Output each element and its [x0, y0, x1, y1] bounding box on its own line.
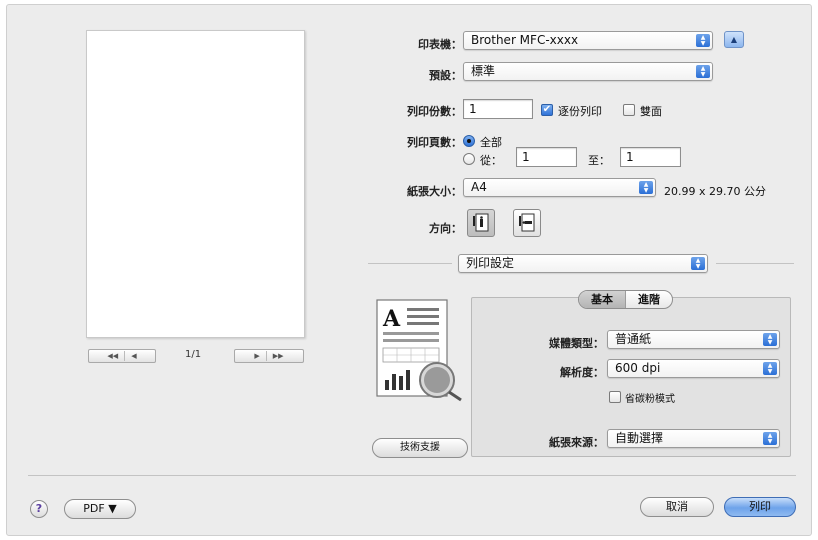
print-preview-page — [86, 30, 305, 338]
orientation-portrait-button[interactable] — [467, 209, 495, 237]
section-divider — [716, 263, 794, 264]
prev-page-icon[interactable]: ◀ — [131, 352, 136, 360]
resolution-label: 解析度： — [560, 366, 604, 379]
toner-save-checkbox[interactable] — [609, 391, 621, 403]
pages-all-label: 全部 — [480, 136, 502, 149]
collated-label: 逐份列印 — [558, 105, 602, 118]
preview-prev-buttons[interactable]: ◀◀ ◀ — [88, 349, 156, 363]
paper-dimensions: 20.99 x 29.70 公分 — [664, 185, 766, 198]
page-indicator: 1/1 — [185, 349, 202, 360]
copies-field[interactable]: 1 — [463, 99, 533, 119]
pages-from-label: 從： — [480, 154, 502, 167]
help-icon[interactable]: ? — [30, 500, 48, 518]
svg-text:A: A — [382, 306, 401, 332]
pages-to-label: 至： — [588, 154, 610, 167]
disclosure-triangle-icon[interactable]: ▲ — [724, 31, 744, 48]
printer-value: Brother MFC-xxxx — [471, 33, 579, 47]
pages-from-radio[interactable] — [463, 153, 475, 165]
tab-basic[interactable]: 基本 — [579, 291, 625, 308]
pdf-button[interactable]: PDF ▼ — [64, 499, 136, 519]
popup-arrows-icon: ▲ ▼ — [763, 362, 777, 375]
printer-popup[interactable]: Brother MFC-xxxx ▲ ▼ — [463, 31, 713, 50]
resolution-popup[interactable]: 600 dpi ▲ ▼ — [607, 359, 780, 378]
paper-source-label: 紙張來源： — [549, 436, 604, 449]
pages-from-field[interactable]: 1 — [516, 147, 577, 167]
two-sided-label: 雙面 — [640, 105, 662, 118]
popup-arrows-icon: ▲ ▼ — [639, 181, 653, 194]
resolution-value: 600 dpi — [615, 361, 661, 375]
media-type-popup[interactable]: 普通紙 ▲ ▼ — [607, 330, 780, 349]
presets-popup[interactable]: 標準 ▲ ▼ — [463, 62, 713, 81]
orientation-landscape-button[interactable] — [513, 209, 541, 237]
cancel-button[interactable]: 取消 — [640, 497, 714, 517]
orientation-label: 方向： — [429, 222, 462, 235]
paper-size-value: A4 — [471, 180, 487, 194]
panel-popup[interactable]: 列印設定 ▲ ▼ — [458, 254, 708, 273]
popup-arrows-icon: ▲ ▼ — [763, 333, 777, 346]
panel-popup-value: 列印設定 — [466, 256, 515, 270]
next-page-icon[interactable]: ▶ — [254, 352, 259, 360]
print-button[interactable]: 列印 — [724, 497, 796, 517]
printer-label: 印表機： — [418, 38, 462, 51]
popup-arrows-icon: ▲ ▼ — [696, 34, 710, 47]
popup-arrows-icon: ▲ ▼ — [691, 257, 705, 270]
popup-arrows-icon: ▲ ▼ — [763, 432, 777, 445]
collated-checkbox[interactable]: ✔ — [541, 104, 553, 116]
two-sided-checkbox[interactable] — [623, 104, 635, 116]
paper-source-value: 自動選擇 — [615, 431, 664, 445]
first-page-icon[interactable]: ◀◀ — [107, 352, 118, 360]
landscape-icon — [519, 213, 535, 232]
presets-label: 預設： — [429, 69, 462, 82]
paper-size-label: 紙張大小： — [407, 185, 462, 198]
tab-advanced[interactable]: 進階 — [625, 291, 672, 308]
document-preview-icon: A — [376, 299, 462, 402]
toner-save-label: 省碳粉模式 — [625, 394, 675, 405]
copies-label: 列印份數： — [407, 105, 462, 118]
section-divider — [368, 263, 452, 264]
tab-control: 基本 進階 — [578, 290, 673, 309]
bottom-divider — [28, 475, 796, 476]
presets-value: 標準 — [471, 64, 496, 78]
media-type-value: 普通紙 — [615, 332, 652, 346]
media-type-label: 媒體類型： — [549, 337, 604, 350]
preview-next-buttons[interactable]: ▶ ▶▶ — [234, 349, 304, 363]
portrait-icon — [473, 213, 489, 232]
paper-size-popup[interactable]: A4 ▲ ▼ — [463, 178, 656, 197]
pages-all-radio[interactable] — [463, 135, 475, 147]
pages-to-field[interactable]: 1 — [620, 147, 681, 167]
popup-arrows-icon: ▲ ▼ — [696, 65, 710, 78]
support-button[interactable]: 技術支援 — [372, 438, 468, 458]
pages-label: 列印頁數： — [407, 136, 462, 149]
paper-source-popup[interactable]: 自動選擇 ▲ ▼ — [607, 429, 780, 448]
last-page-icon[interactable]: ▶▶ — [273, 352, 284, 360]
